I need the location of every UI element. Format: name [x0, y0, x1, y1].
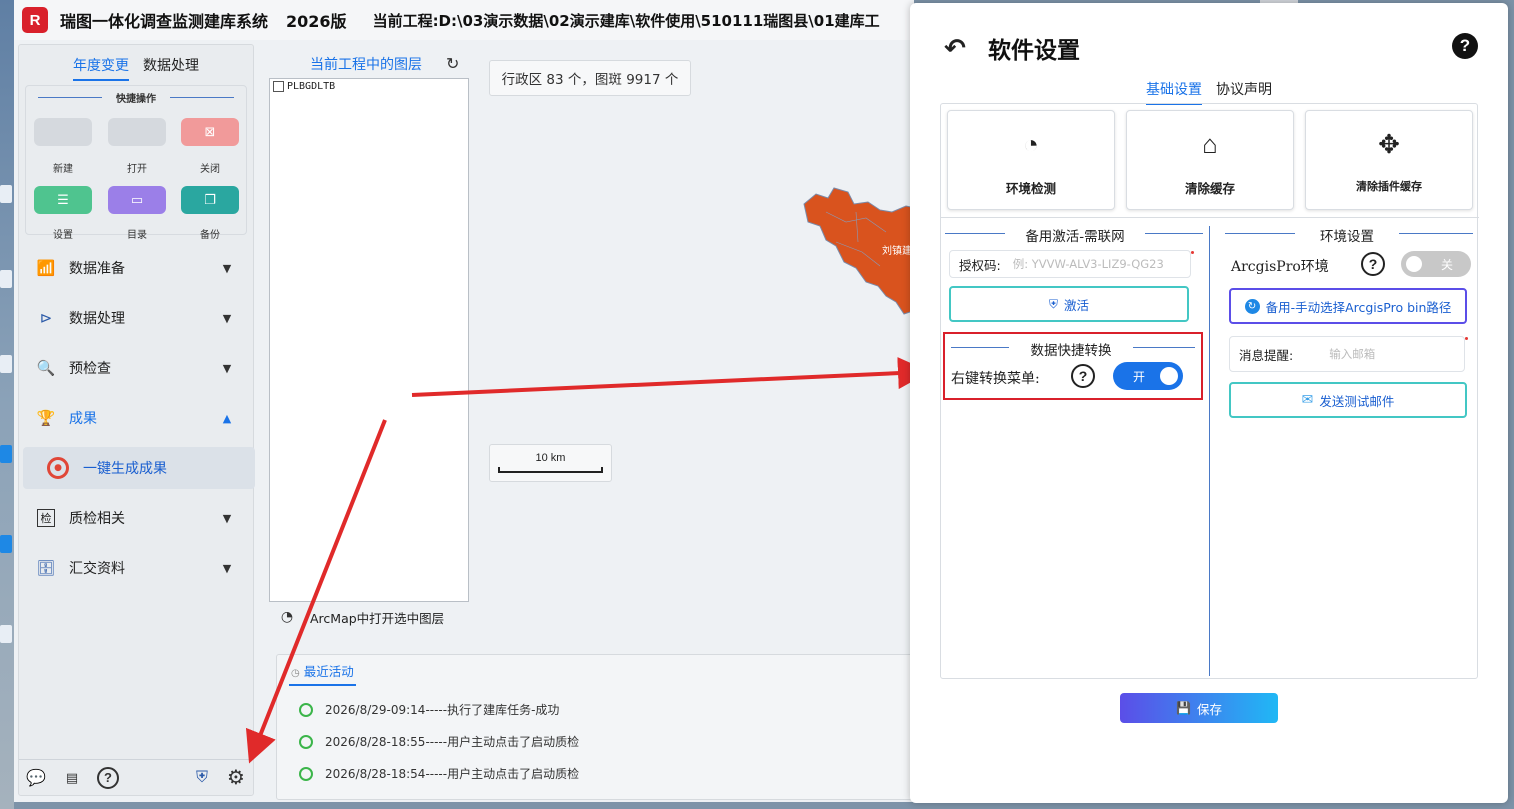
column-divider — [1209, 226, 1210, 676]
env-check-icon: ◔ — [1023, 129, 1039, 159]
clear-cache-card[interactable]: ⌂ 清除缓存 — [1126, 110, 1294, 210]
backup-activation-title: 备用激活-需联网 — [1025, 229, 1125, 245]
tab-basic-settings[interactable]: 基础设置 — [1146, 79, 1202, 105]
auth-code-field[interactable]: 授权码: 例: YVVW-ALV3-LIZ9-QG23 — [949, 250, 1191, 278]
section-line — [945, 233, 1005, 234]
send-test-mail-button[interactable]: ✉ 发送测试邮件 — [1229, 382, 1467, 418]
email-field[interactable]: 消息提醒: 输入邮箱 — [1229, 336, 1465, 372]
toggle-state: 开 — [1133, 370, 1146, 384]
help-icon[interactable]: ? — [1452, 33, 1478, 59]
toggle-knob — [1406, 256, 1422, 272]
question-icon[interactable]: ? — [1361, 252, 1385, 276]
tab-agreement[interactable]: 协议声明 — [1216, 79, 1272, 105]
toggle-knob — [1160, 367, 1178, 385]
save-button[interactable]: 💾 保存 — [1120, 693, 1278, 723]
activate-label: 激活 — [1064, 297, 1090, 313]
section-divider — [941, 217, 1479, 218]
question-icon[interactable]: ? — [1071, 364, 1095, 388]
settings-dialog: ↶ 软件设置 ? 基础设置 协议声明 ◔ 环境检测 ⌂ 清除缓存 ✥ 清除插件缓… — [910, 3, 1508, 803]
puzzle-icon: ✥ — [1378, 129, 1400, 159]
arcgispro-path-button[interactable]: ↻ 备用-手动选择ArcgisPro bin路径 — [1229, 288, 1467, 324]
section-line — [1145, 233, 1203, 234]
required-marker — [1465, 337, 1468, 340]
mail-icon: ✉ — [1301, 392, 1314, 408]
section-line — [1225, 233, 1295, 234]
arcgispro-toggle[interactable]: 关 — [1401, 251, 1471, 277]
clear-cache-label: 清除缓存 — [1184, 181, 1235, 196]
send-test-mail-label: 发送测试邮件 — [1319, 393, 1395, 409]
env-check-card[interactable]: ◔ 环境检测 — [947, 110, 1115, 210]
arcgispro-path-label: 备用-手动选择ArcgisPro bin路径 — [1265, 299, 1452, 315]
auth-code-placeholder: 例: YVVW-ALV3-LIZ9-QG23 — [1012, 257, 1164, 271]
settings-body: ◔ 环境检测 ⌂ 清除缓存 ✥ 清除插件缓存 备用激活-需联网 授权码: 例: … — [940, 103, 1479, 679]
save-label: 保存 — [1196, 701, 1222, 717]
quick-convert-title: 数据快捷转换 — [1030, 343, 1112, 359]
section-line — [1133, 347, 1195, 348]
section-line — [1399, 233, 1473, 234]
context-menu-toggle[interactable]: 开 — [1113, 362, 1183, 390]
context-menu-label: 右键转换菜单: — [951, 371, 1040, 387]
clear-plugin-cache-card[interactable]: ✥ 清除插件缓存 — [1305, 110, 1473, 210]
email-label: 消息提醒: — [1239, 347, 1294, 363]
dialog-title: 软件设置 — [988, 38, 1080, 64]
clear-plugin-cache-label: 清除插件缓存 — [1356, 180, 1422, 193]
env-check-label: 环境检测 — [1005, 181, 1056, 196]
shield-icon: ⛨ — [1048, 296, 1058, 311]
save-icon: 💾 — [1176, 701, 1191, 715]
broom-icon: ⌂ — [1202, 129, 1218, 159]
activate-button[interactable]: ⛨ 激活 — [949, 286, 1189, 322]
refresh-icon: ↻ — [1244, 298, 1260, 314]
env-settings-title: 环境设置 — [1320, 229, 1374, 245]
email-placeholder: 输入邮箱 — [1329, 347, 1376, 361]
auth-code-label: 授权码: — [959, 257, 1001, 273]
section-line — [951, 347, 1009, 348]
dialog-tabs: 基础设置 协议声明 — [910, 79, 1508, 105]
back-arrow-icon[interactable]: ↶ — [940, 33, 970, 63]
arcgispro-label: ArcgisPro环境 — [1231, 259, 1329, 275]
toggle-state: 关 — [1441, 258, 1454, 272]
required-marker — [1191, 251, 1194, 254]
